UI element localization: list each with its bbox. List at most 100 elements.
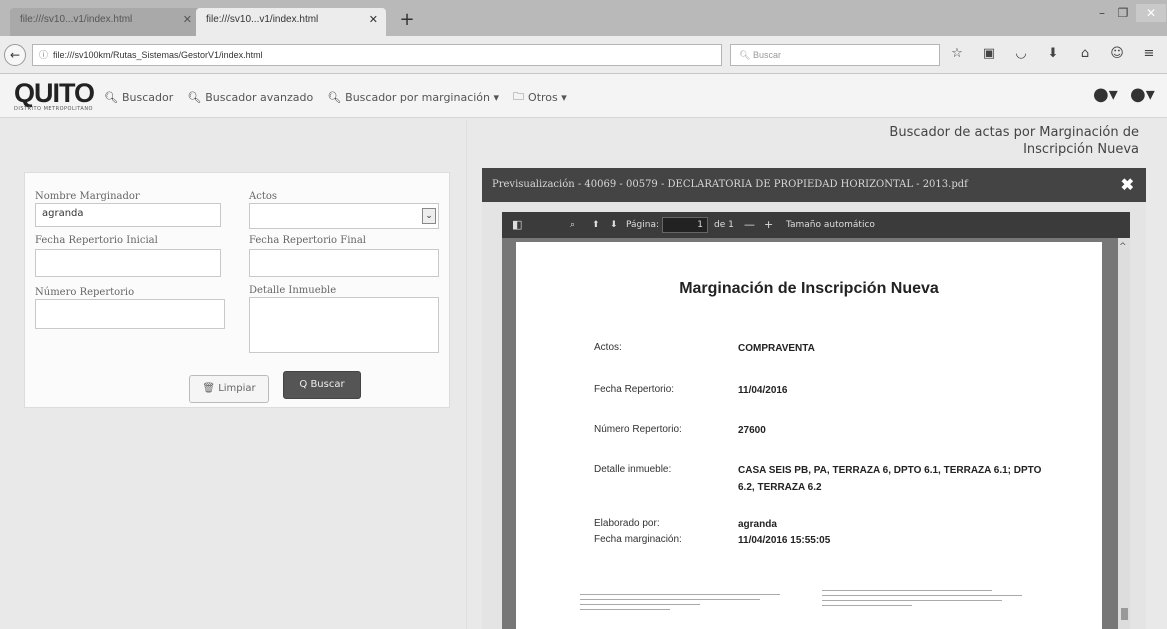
scrollbar-thumb[interactable] [1121, 608, 1128, 620]
menu-item-label: Buscador [121, 91, 174, 104]
pdf-page: Marginación de Inscripción Nueva Actos: … [516, 242, 1102, 629]
doc-detalle-value: CASA SEIS PB, PA, TERRAZA 6, DPTO 6.1, T… [738, 465, 1042, 493]
numero-repertorio-input[interactable] [35, 299, 225, 329]
close-icon[interactable]: ✕ [183, 13, 192, 26]
search-icon: 🔍︎ [104, 91, 118, 104]
signature-line-right-1 [822, 590, 992, 591]
maximize-button[interactable]: ❐ [1113, 4, 1133, 22]
doc-actos-value: COMPRAVENTA [738, 343, 815, 354]
bookmark-star-icon[interactable]: ☆ [948, 46, 966, 66]
nombre-marginador-label: Nombre Marginador [35, 191, 140, 202]
app-header: QUITO DISTRITO METROPOLITANO 🔍︎ Buscador… [0, 74, 1167, 118]
doc-elaborado-value: agranda [738, 519, 777, 530]
signature-line-right-4 [822, 605, 912, 606]
actos-select[interactable]: ⌄ [249, 203, 439, 229]
signature-line-left-3 [580, 604, 700, 605]
column-divider [466, 120, 467, 629]
settings-menu-icon[interactable]: ●▾ [1130, 84, 1155, 105]
user-menu-icon[interactable]: ●▾ [1093, 84, 1118, 105]
new-tab-button[interactable]: + [396, 10, 418, 32]
nombre-marginador-input[interactable]: agranda [35, 203, 221, 227]
doc-fecha-label: Fecha Repertorio: [594, 384, 675, 395]
tab-label: file:///sv10...v1/index.html [20, 14, 133, 25]
search-form: Nombre Marginador agranda Actos ⌄ Fecha … [24, 172, 450, 408]
search-plus-icon: 🔍︎ [187, 91, 202, 104]
arrow-left-icon: ← [9, 48, 21, 62]
info-icon: ⓘ [39, 50, 49, 60]
back-button[interactable]: ← [4, 44, 26, 66]
menu-item-label: Otros ▾ [528, 91, 567, 104]
zoom-out-icon[interactable]: — [744, 212, 755, 238]
menu-item-label: Buscador avanzado [205, 91, 314, 104]
signature-line-left-4 [580, 609, 670, 610]
page-title-line2: Inscripción Nueva [1023, 142, 1139, 157]
browser-tab-active[interactable]: file:///sv10...v1/index.html ✕ [196, 8, 386, 36]
pocket-icon[interactable]: ◡ [1012, 46, 1030, 66]
detalle-inmueble-textarea[interactable] [249, 297, 439, 353]
download-icon[interactable]: ⬇ [1044, 46, 1062, 66]
doc-title: Marginación de Inscripción Nueva [679, 280, 939, 297]
arrow-down-icon[interactable]: ⬇ [610, 212, 618, 238]
clipboard-icon[interactable]: ▣ [980, 46, 998, 66]
fecha-inicial-label: Fecha Repertorio Inicial [35, 235, 158, 246]
doc-numero-value: 27600 [738, 425, 766, 436]
doc-detalle-label: Detalle inmueble: [594, 464, 672, 475]
chevron-down-icon: ⌄ [422, 208, 436, 224]
close-icon[interactable]: ✕ [369, 13, 378, 26]
pdf-viewer: ◧ ⌕ ⬆ ⬇ Página: 1 de 1 — + Tamaño automá… [502, 212, 1130, 629]
clear-button[interactable]: 🗑 Limpiar [189, 375, 269, 403]
doc-elaborado-label: Elaborado por: [594, 518, 660, 529]
menu-item-otros[interactable]: 🗀 Otros ▾ [513, 88, 567, 107]
doc-fecha-marginacion-label: Fecha marginación: [594, 534, 682, 545]
browser-nav-bar: ← ⓘ file:///sv100km/Rutas_Sistemas/Gesto… [0, 36, 1167, 74]
sidebar-toggle-icon[interactable]: ◧ [512, 212, 522, 238]
browser-tab-bar: file:///sv10...v1/index.html ✕ file:///s… [0, 0, 1167, 36]
fecha-inicial-input[interactable] [35, 249, 221, 277]
url-text: file:///sv100km/Rutas_Sistemas/GestorV1/… [53, 50, 263, 60]
logo-text: QUITO [14, 78, 95, 108]
tab-label: file:///sv10...v1/index.html [206, 14, 319, 25]
logo-subtitle: DISTRITO METROPOLITANO [14, 106, 93, 112]
folder-icon: 🗀 [513, 90, 525, 103]
pdf-toolbar: ◧ ⌕ ⬆ ⬇ Página: 1 de 1 — + Tamaño automá… [502, 212, 1130, 238]
pdf-scrollbar[interactable]: ^ [1118, 238, 1130, 629]
zoom-select[interactable]: Tamaño automático [786, 212, 875, 238]
doc-fecha-marginacion-value: 11/04/2016 15:55:05 [738, 535, 831, 546]
search-plus-icon: 🔍︎ [327, 91, 342, 104]
arrow-up-icon[interactable]: ⬆ [592, 212, 600, 238]
page-title-line1: Buscador de actas por Marginación de [889, 125, 1139, 140]
modal-title: Previsualización - 40069 - 00579 - DECLA… [492, 179, 968, 190]
doc-numero-label: Número Repertorio: [594, 424, 682, 435]
search-icon[interactable]: ⌕ [570, 212, 575, 238]
caret-up-icon[interactable]: ^ [1119, 242, 1127, 252]
menu-item-buscador-avanzado[interactable]: 🔍︎ Buscador avanzado [187, 88, 313, 107]
close-icon[interactable]: ✖ [1121, 168, 1134, 202]
signature-line-left-2 [580, 599, 760, 600]
quito-logo[interactable]: QUITO DISTRITO METROPOLITANO [14, 78, 95, 114]
preview-modal: Previsualización - 40069 - 00579 - DECLA… [482, 168, 1146, 629]
browser-tab[interactable]: file:///sv10...v1/index.html ✕ [10, 8, 200, 36]
search-button[interactable]: Q Buscar [283, 371, 361, 399]
numero-repertorio-label: Número Repertorio [35, 287, 135, 298]
search-icon: 🔍︎ [739, 50, 753, 60]
signature-line-left-1 [580, 594, 780, 595]
chat-icon[interactable]: ☺ [1108, 46, 1126, 66]
browser-search-input[interactable]: 🔍︎ Buscar [730, 44, 940, 66]
home-icon[interactable]: ⌂ [1076, 46, 1094, 66]
main-menu: 🔍︎ Buscador 🔍︎ Buscador avanzado 🔍︎ Busc… [104, 88, 567, 107]
menu-item-buscador-marginacion[interactable]: 🔍︎ Buscador por marginación ▾ [327, 88, 499, 107]
signature-line-right-3 [822, 600, 1002, 601]
window-close-button[interactable]: ✕ [1136, 4, 1166, 22]
fecha-final-label: Fecha Repertorio Final [249, 235, 366, 246]
page-title: Buscador de actas por Marginación de Ins… [819, 124, 1139, 158]
signature-line-right-2 [822, 595, 1022, 596]
fecha-final-input[interactable] [249, 249, 439, 277]
menu-icon[interactable]: ≡ [1140, 46, 1158, 66]
menu-item-label: Buscador por marginación ▾ [345, 91, 500, 104]
minimize-button[interactable]: – [1092, 4, 1112, 22]
address-bar[interactable]: ⓘ file:///sv100km/Rutas_Sistemas/GestorV… [32, 44, 743, 66]
menu-item-buscador[interactable]: 🔍︎ Buscador [104, 88, 173, 107]
page-number-input[interactable]: 1 [662, 217, 708, 233]
zoom-in-icon[interactable]: + [764, 212, 773, 238]
modal-header: Previsualización - 40069 - 00579 - DECLA… [482, 168, 1146, 202]
